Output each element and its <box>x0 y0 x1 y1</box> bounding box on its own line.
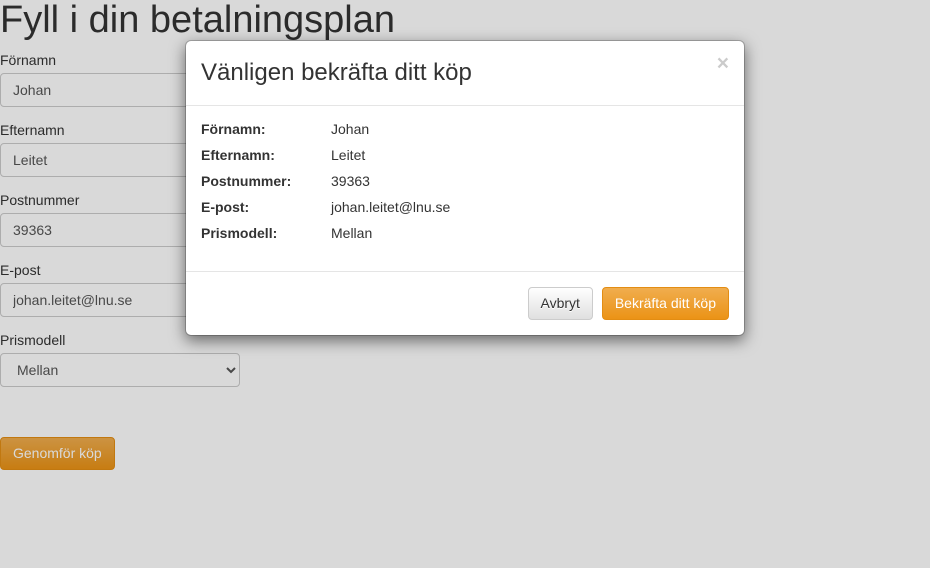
confirm-value-prismodell: Mellan <box>331 225 372 241</box>
confirm-modal: × Vänligen bekräfta ditt köp Förnamn: Jo… <box>185 40 745 336</box>
confirm-row-efternamn: Efternamn: Leitet <box>201 147 729 163</box>
confirm-label-epost: E-post: <box>201 199 331 215</box>
confirm-value-efternamn: Leitet <box>331 147 365 163</box>
confirm-row-epost: E-post: johan.leitet@lnu.se <box>201 199 729 215</box>
confirm-label-efternamn: Efternamn: <box>201 147 331 163</box>
close-icon[interactable]: × <box>717 53 729 74</box>
confirm-label-postnummer: Postnummer: <box>201 173 331 189</box>
confirm-value-postnummer: 39363 <box>331 173 370 189</box>
confirm-row-fornamn: Förnamn: Johan <box>201 121 729 137</box>
modal-title: Vänligen bekräfta ditt köp <box>201 56 729 90</box>
confirm-value-fornamn: Johan <box>331 121 369 137</box>
confirm-label-fornamn: Förnamn: <box>201 121 331 137</box>
cancel-button[interactable]: Avbryt <box>528 287 593 321</box>
confirm-label-prismodell: Prismodell: <box>201 225 331 241</box>
confirm-button[interactable]: Bekräfta ditt köp <box>602 287 729 321</box>
confirm-value-epost: johan.leitet@lnu.se <box>331 199 450 215</box>
confirm-row-prismodell: Prismodell: Mellan <box>201 225 729 241</box>
confirm-row-postnummer: Postnummer: 39363 <box>201 173 729 189</box>
